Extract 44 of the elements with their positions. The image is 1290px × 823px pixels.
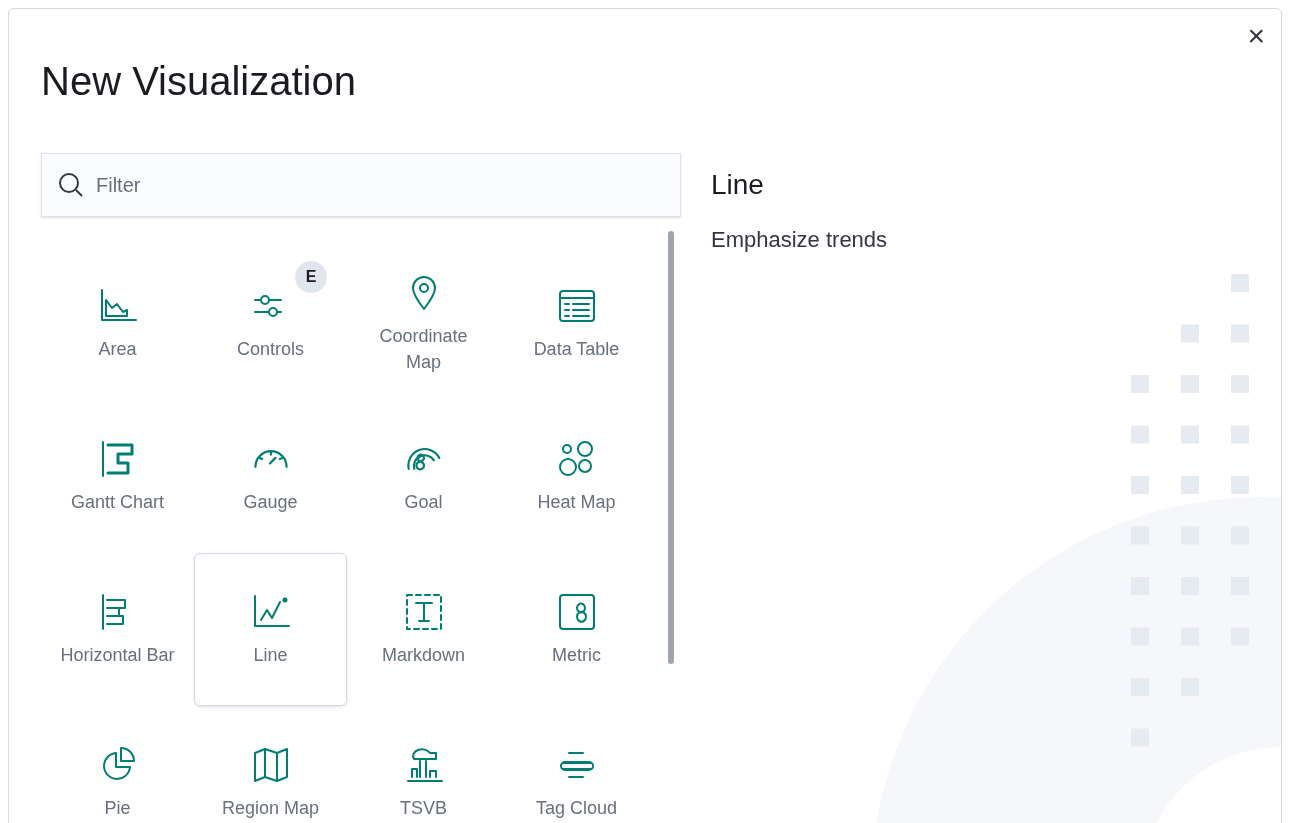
card-label: Horizontal Bar bbox=[60, 643, 175, 667]
card-label: Pie bbox=[104, 796, 131, 820]
card-label: Controls bbox=[237, 337, 304, 361]
dialog-title: New Visualization bbox=[41, 58, 357, 105]
card-label: Metric bbox=[552, 643, 601, 667]
card-label: Data Table bbox=[533, 337, 620, 361]
gauge-icon bbox=[252, 448, 289, 469]
card-label: Coordinate Map bbox=[378, 324, 469, 374]
card-label: Heat Map bbox=[537, 490, 616, 514]
visualization-card[interactable]: Markdown bbox=[347, 553, 500, 706]
visualization-card[interactable]: TSVB bbox=[347, 706, 500, 823]
metric-icon bbox=[556, 591, 597, 632]
visualization-card[interactable]: Area bbox=[41, 247, 194, 400]
description-text: Emphasize trends bbox=[711, 226, 888, 254]
card-label: Line bbox=[253, 643, 288, 667]
card-label: Gauge bbox=[243, 490, 298, 514]
text-box-icon bbox=[403, 591, 444, 632]
card-label: Area bbox=[98, 337, 137, 361]
visualization-card[interactable]: Pie bbox=[41, 706, 194, 823]
visualization-card[interactable]: Data Table bbox=[500, 247, 653, 400]
close-button[interactable]: × bbox=[1243, 21, 1269, 51]
visualization-card[interactable]: Metric bbox=[500, 553, 653, 706]
visualization-card[interactable]: Region Map bbox=[194, 706, 347, 823]
visualization-card[interactable]: Goal bbox=[347, 400, 500, 553]
card-label: Region Map bbox=[221, 796, 320, 820]
visualization-card[interactable]: Controls E bbox=[194, 247, 347, 400]
card-label: Tag Cloud bbox=[535, 796, 618, 820]
visualization-card[interactable]: Horizontal Bar bbox=[41, 553, 194, 706]
visualization-card[interactable]: Coordinate Map bbox=[347, 247, 500, 400]
visualization-card[interactable]: Heat Map bbox=[500, 400, 653, 553]
scrollbar[interactable] bbox=[668, 231, 674, 664]
beta-badge: E bbox=[295, 261, 327, 293]
visualization-card[interactable]: Tag Cloud bbox=[500, 706, 653, 823]
filter-field[interactable]: Filter bbox=[41, 153, 681, 217]
description-title: Line bbox=[711, 168, 765, 202]
card-label: Markdown bbox=[382, 643, 465, 667]
card-label: TSVB bbox=[400, 796, 447, 820]
card-label: Gantt Chart bbox=[70, 490, 164, 514]
visualization-card[interactable]: Gantt Chart bbox=[41, 400, 194, 553]
visualization-card[interactable]: Line bbox=[194, 553, 347, 706]
search-icon bbox=[58, 172, 84, 198]
filter-input[interactable]: Filter bbox=[96, 170, 664, 200]
visualization-card[interactable]: Gauge bbox=[194, 400, 347, 553]
card-label: Goal bbox=[404, 490, 443, 514]
